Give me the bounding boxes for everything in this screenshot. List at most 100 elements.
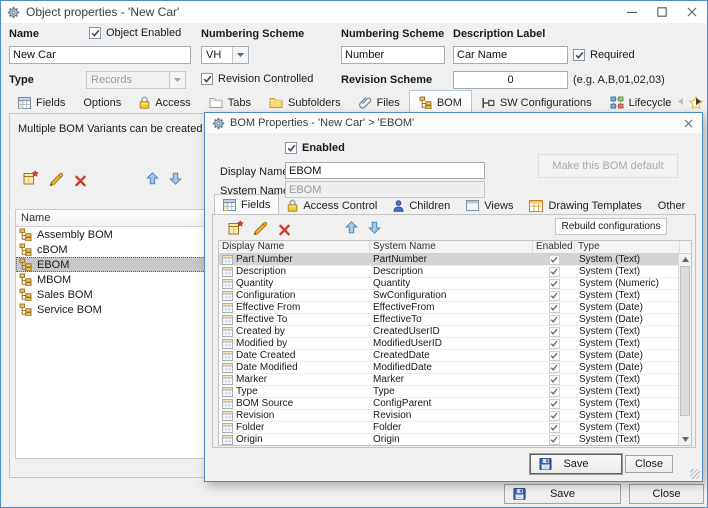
field-row-date-modified[interactable]: Date ModifiedModifiedDateSystem (Date): [219, 362, 691, 374]
column-header-type[interactable]: Type: [575, 241, 680, 253]
enabled-checkbox[interactable]: [549, 411, 560, 421]
dialog-save-button[interactable]: Save: [530, 454, 622, 474]
enabled-checkbox[interactable]: [549, 387, 560, 397]
enabled-checkbox[interactable]: [549, 363, 560, 373]
dialog-tab-views[interactable]: Views: [458, 196, 521, 215]
enabled-checkbox[interactable]: [549, 327, 560, 337]
delete-field-button[interactable]: [275, 221, 293, 238]
enabled-checkbox[interactable]: [549, 339, 560, 349]
tab-tabs[interactable]: Tabs: [200, 92, 260, 113]
revision-controlled-checkbox[interactable]: Revision Controlled: [201, 73, 313, 85]
resize-grip[interactable]: [690, 469, 700, 479]
field-row-bom-source[interactable]: BOM SourceConfigParentSystem (Text): [219, 398, 691, 410]
enabled-checkbox[interactable]: [549, 375, 560, 385]
dialog-tab-other[interactable]: Other: [650, 196, 694, 215]
field-display-name: Created by: [236, 326, 285, 337]
tab-sw-configurations[interactable]: SW Configurations: [472, 92, 601, 113]
column-header-enabled[interactable]: Enabled: [533, 241, 575, 253]
scroll-down-button[interactable]: [679, 434, 691, 445]
enabled-box[interactable]: [285, 142, 297, 154]
make-bom-default-button: Make this BOM default: [538, 154, 678, 178]
tab-lifecycle[interactable]: Lifecycle: [601, 92, 681, 113]
field-display-name-cell: Created by: [219, 326, 370, 337]
tab-access[interactable]: Access: [130, 92, 199, 113]
add-field-button[interactable]: [227, 219, 245, 236]
name-input[interactable]: [9, 46, 191, 64]
move-bom-down-button[interactable]: [166, 170, 184, 187]
required-box[interactable]: [573, 49, 585, 61]
numbering-scheme-combo[interactable]: VH: [201, 46, 249, 64]
field-enabled-cell: [533, 255, 575, 265]
field-enabled-cell: [533, 435, 575, 445]
field-row-type[interactable]: TypeTypeSystem (Text): [219, 386, 691, 398]
maximize-button[interactable]: [647, 1, 677, 22]
enabled-checkbox[interactable]: Enabled: [285, 142, 345, 154]
move-bom-up-button[interactable]: [143, 170, 161, 187]
edit-field-button[interactable]: [251, 219, 269, 236]
field-row-folder[interactable]: FolderFolderSystem (Text): [219, 422, 691, 434]
floppy-icon: [513, 488, 526, 501]
field-display-name: Quantity: [236, 278, 273, 289]
move-field-down-button[interactable]: [365, 219, 383, 236]
display-name-input[interactable]: [285, 162, 485, 179]
description-label-input[interactable]: [453, 46, 568, 64]
close-window-button[interactable]: Close: [629, 484, 704, 504]
dialog-close-button-footer[interactable]: Close: [625, 455, 673, 473]
dialog-close-button[interactable]: [680, 116, 697, 130]
object-enabled-checkbox[interactable]: Object Enabled: [89, 27, 181, 39]
field-row-quantity[interactable]: QuantityQuantitySystem (Numeric): [219, 278, 691, 290]
dialog-tab-children[interactable]: Children: [385, 196, 458, 215]
field-row-effective-to[interactable]: Effective ToEffectiveToSystem (Date): [219, 314, 691, 326]
scrollbar-thumb[interactable]: [680, 266, 690, 416]
enabled-checkbox[interactable]: [549, 291, 560, 301]
numbering-scheme2-input[interactable]: [341, 46, 445, 64]
field-row-revision[interactable]: RevisionRevisionSystem (Text): [219, 410, 691, 422]
tab-scroll-right-button[interactable]: [693, 96, 703, 106]
vertical-scrollbar[interactable]: [678, 254, 691, 445]
edit-bom-button[interactable]: [47, 170, 65, 187]
tab-files[interactable]: Files: [350, 92, 409, 113]
dialog-tab-access-control[interactable]: Access Control: [279, 196, 385, 215]
field-row-description[interactable]: DescriptionDescriptionSystem (Text): [219, 266, 691, 278]
enabled-checkbox[interactable]: [549, 435, 560, 445]
tab-fields[interactable]: Fields: [9, 92, 74, 113]
minimize-button[interactable]: [617, 1, 647, 22]
field-system-name-cell: Revision: [370, 410, 533, 421]
field-row-created-by[interactable]: Created byCreatedUserIDSystem (Text): [219, 326, 691, 338]
save-button[interactable]: Save: [504, 484, 621, 504]
combo-dropdown-button[interactable]: [232, 47, 248, 63]
scroll-up-button[interactable]: [679, 254, 691, 265]
add-bom-button[interactable]: [22, 169, 40, 186]
tab-scroll-left-button[interactable]: [675, 96, 685, 106]
field-row-configuration[interactable]: ConfigurationSwConfigurationSystem (Text…: [219, 290, 691, 302]
field-row-origin[interactable]: OriginOriginSystem (Text): [219, 434, 691, 446]
field-row-effective-from[interactable]: Effective FromEffectiveFromSystem (Date): [219, 302, 691, 314]
enabled-checkbox[interactable]: [549, 267, 560, 277]
column-header-system-name[interactable]: System Name: [370, 241, 533, 253]
enabled-checkbox[interactable]: [549, 303, 560, 313]
field-row-modified-by[interactable]: Modified byModifiedUserIDSystem (Text): [219, 338, 691, 350]
tab-subfolders[interactable]: Subfolders: [260, 92, 350, 113]
revision-controlled-box[interactable]: [201, 73, 213, 85]
object-enabled-box[interactable]: [89, 27, 101, 39]
enabled-checkbox[interactable]: [549, 399, 560, 409]
rebuild-configurations-button[interactable]: Rebuild configurations: [555, 218, 667, 235]
field-row-marker[interactable]: MarkerMarkerSystem (Text): [219, 374, 691, 386]
dialog-tab-drawing-templates[interactable]: Drawing Templates: [521, 196, 649, 215]
revision-scheme-input[interactable]: [453, 71, 568, 89]
tab-options[interactable]: Options: [74, 92, 130, 113]
close-button[interactable]: [677, 1, 707, 22]
field-row-date-created[interactable]: Date CreatedCreatedDateSystem (Date): [219, 350, 691, 362]
delete-bom-button[interactable]: [71, 172, 89, 189]
dialog-tab-fields[interactable]: Fields: [214, 194, 279, 215]
required-checkbox[interactable]: Required: [573, 49, 635, 61]
enabled-checkbox[interactable]: [549, 315, 560, 325]
enabled-checkbox[interactable]: [549, 423, 560, 433]
enabled-checkbox[interactable]: [549, 255, 560, 265]
enabled-checkbox[interactable]: [549, 351, 560, 361]
column-header-display-name[interactable]: Display Name: [219, 241, 370, 253]
tab-bom[interactable]: BOM: [409, 90, 472, 113]
enabled-checkbox[interactable]: [549, 279, 560, 289]
move-field-up-button[interactable]: [342, 219, 360, 236]
field-row-part-number[interactable]: Part NumberPartNumberSystem (Text): [219, 254, 691, 266]
